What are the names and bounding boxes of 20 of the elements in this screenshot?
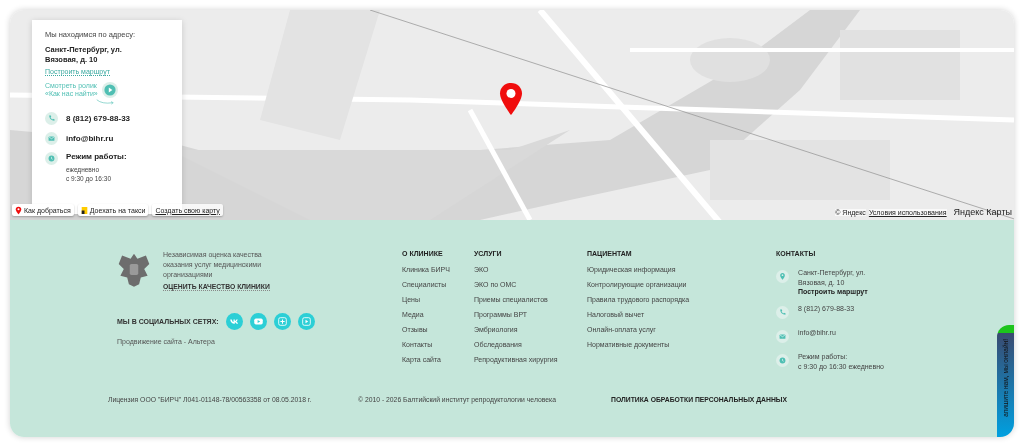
- phone-number: 8 (812) 679-88-33: [66, 114, 131, 123]
- play-icon[interactable]: [297, 313, 315, 331]
- email-address: info@bihr.ru: [66, 134, 114, 143]
- map-pin-icon[interactable]: [499, 82, 523, 116]
- map-brand-logo[interactable]: Яндекс Карты: [953, 207, 1012, 217]
- social-icon[interactable]: [225, 313, 243, 331]
- curved-arrow-icon: [95, 99, 115, 105]
- pin-icon: [15, 205, 22, 215]
- play-button-icon[interactable]: [101, 82, 118, 99]
- clock-icon: [776, 354, 789, 368]
- mail-icon: [776, 330, 789, 344]
- hours-label: Режим работы:: [66, 152, 127, 161]
- mail-icon: [45, 132, 58, 145]
- clock-icon: [45, 152, 58, 165]
- plus-icon[interactable]: [273, 313, 291, 331]
- phone-icon: [45, 112, 58, 125]
- phone-icon: [776, 306, 789, 320]
- video-icon[interactable]: [249, 313, 267, 331]
- taxi-icon: [80, 205, 88, 215]
- location-pin-icon: [776, 270, 789, 283]
